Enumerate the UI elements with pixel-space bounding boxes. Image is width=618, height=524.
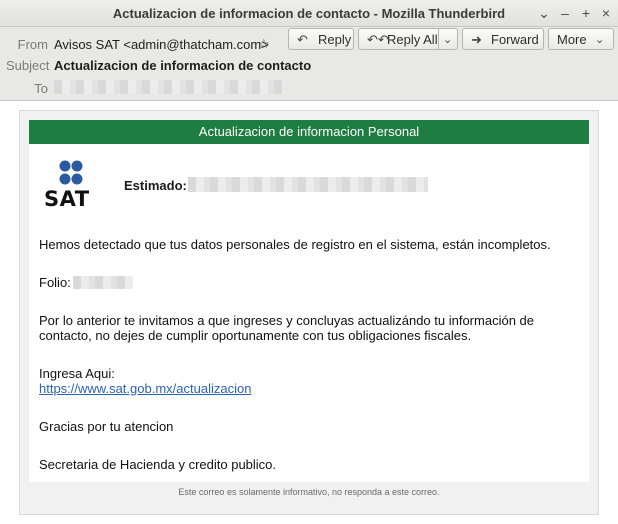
from-value[interactable]: Avisos SAT <admin@thatcham.com> xyxy=(54,37,269,52)
reply-all-icon: ↶↶ xyxy=(367,32,389,47)
reply-all-button[interactable]: ↶↶ Reply All ⌄ xyxy=(358,28,458,50)
chevron-down-icon: ⌄ xyxy=(595,34,605,46)
chevron-down-icon[interactable]: ⌄ xyxy=(443,29,452,51)
thanks-text: Gracias por tu atencion xyxy=(39,419,174,434)
collapse-button[interactable]: ⌄ xyxy=(535,4,553,22)
paragraph-incomplete-data: Hemos detectado que tus datos personales… xyxy=(39,237,551,252)
reply-label: Reply xyxy=(318,32,352,47)
to-value-redacted[interactable] xyxy=(54,80,284,94)
reply-all-label: Reply All xyxy=(387,32,438,47)
sat-logo: SAT xyxy=(44,160,102,211)
maximize-button[interactable]: + xyxy=(577,4,595,22)
update-link[interactable]: https://www.sat.gob.mx/actualizacion xyxy=(39,381,251,397)
star-icon[interactable]: ☆ xyxy=(258,36,270,52)
sat-logo-text: SAT xyxy=(44,187,90,211)
folio-label: Folio: xyxy=(39,275,71,290)
email-banner: Actualizacion de informacion Personal xyxy=(29,120,589,144)
reply-button[interactable]: ↶ Reply xyxy=(288,28,354,50)
subject-label: Subject xyxy=(6,58,50,73)
close-button[interactable]: × xyxy=(597,4,615,22)
reply-icon: ↶ xyxy=(297,32,308,47)
folio-value-redacted xyxy=(73,276,133,289)
minimize-button[interactable]: – xyxy=(556,4,574,22)
forward-icon: ➜ xyxy=(471,32,482,47)
forward-label: Forward xyxy=(491,32,539,47)
subject-value: Actualizacion de informacion de contacto xyxy=(54,58,312,73)
more-button[interactable]: More ⌄ xyxy=(548,28,614,50)
to-label: To xyxy=(34,81,48,96)
paragraph-invitation-line2: contacto, no dejes de cumplir oportuname… xyxy=(39,328,472,343)
paragraph-invitation-line1: Por lo anterior te invitamos a que ingre… xyxy=(39,313,534,328)
message-header: From Avisos SAT <admin@thatcham.com> ☆ ↶… xyxy=(0,27,618,101)
from-label: From xyxy=(17,37,48,52)
signature-text: Secretaria de Hacienda y credito publico… xyxy=(39,457,277,472)
email-footer: Este correo es solamente informativo, no… xyxy=(178,487,440,497)
split-divider xyxy=(438,29,439,49)
more-label: More xyxy=(557,32,587,47)
window-title: Actualizacion de informacion de contacto… xyxy=(112,6,506,21)
forward-button[interactable]: ➜ Forward xyxy=(462,28,544,50)
ingresa-label: Ingresa Aqui: xyxy=(39,366,115,381)
recipient-name-redacted xyxy=(188,177,428,192)
greeting-label: Estimado: xyxy=(124,178,187,193)
window-titlebar: Actualizacion de informacion de contacto… xyxy=(0,0,618,27)
